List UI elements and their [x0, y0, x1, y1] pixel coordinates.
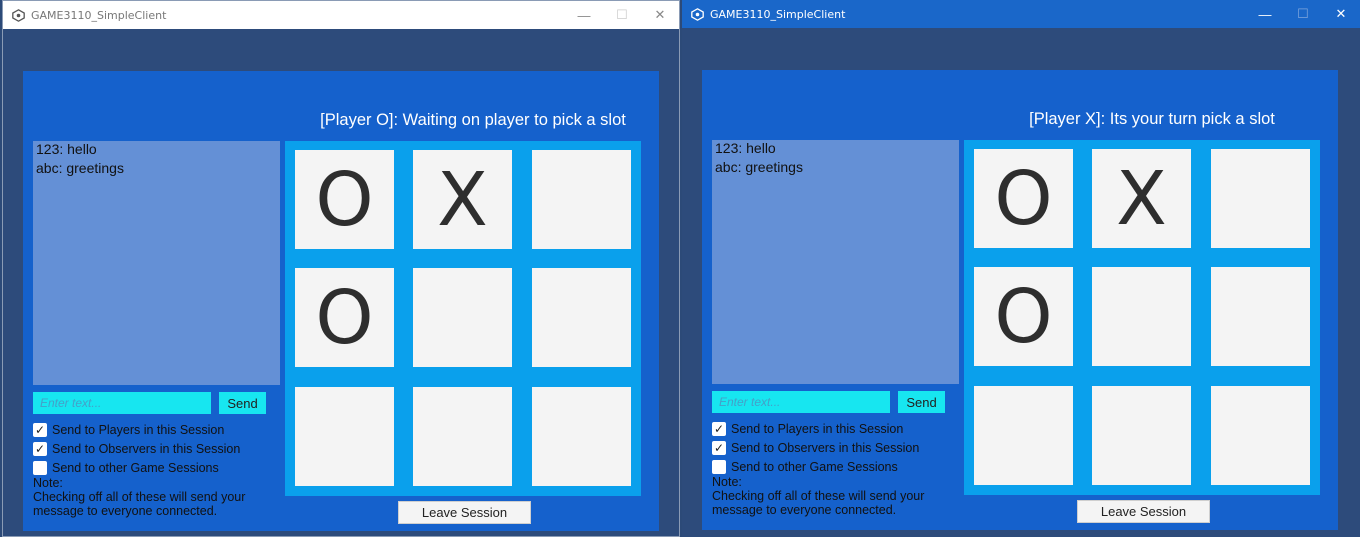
board-slot-3[interactable] — [532, 150, 631, 249]
tic-tac-toe-board: O X O — [964, 140, 1320, 495]
status-text: [Player X]: Its your turn pick a slot — [1029, 110, 1275, 128]
board-slot-4[interactable]: O — [295, 268, 394, 367]
tic-tac-toe-board: O X O — [285, 141, 641, 496]
board-slot-4[interactable]: O — [974, 267, 1073, 366]
checkbox-checked-icon[interactable]: ✓ — [33, 442, 47, 456]
board-slot-2[interactable]: X — [1092, 149, 1191, 248]
send-button[interactable]: Send — [898, 391, 945, 413]
toggle-label: Send to Players in this Session — [52, 423, 225, 437]
send-to-other-sessions-toggle[interactable]: Send to other Game Sessions — [33, 460, 219, 476]
note-text: Note: Checking off all of these will sen… — [712, 475, 952, 517]
client-window-right: GAME3110_SimpleClient — ☐ ✕ [Player X]: … — [682, 0, 1360, 537]
window-title: GAME3110_SimpleClient — [710, 7, 846, 21]
unity-logo-icon — [690, 7, 704, 21]
board-slot-8[interactable] — [1092, 386, 1191, 485]
close-button[interactable]: ✕ — [1322, 0, 1360, 28]
checkbox-unchecked-icon[interactable] — [712, 460, 726, 474]
minimize-button[interactable]: — — [1246, 0, 1284, 28]
checkbox-checked-icon[interactable]: ✓ — [33, 423, 47, 437]
maximize-button[interactable]: ☐ — [1284, 0, 1322, 28]
send-to-other-sessions-toggle[interactable]: Send to other Game Sessions — [712, 459, 898, 475]
board-slot-7[interactable] — [295, 387, 394, 486]
window-title: GAME3110_SimpleClient — [31, 8, 167, 22]
toggle-label: Send to Observers in this Session — [731, 441, 920, 455]
note-heading: Note: — [712, 475, 742, 489]
note-line: message to everyone connected. — [33, 504, 218, 518]
board-slot-5[interactable] — [413, 268, 512, 367]
board-slot-3[interactable] — [1211, 149, 1310, 248]
chat-input[interactable] — [33, 392, 211, 414]
chat-log[interactable]: 123: hello abc: greetings — [712, 140, 959, 384]
maximize-button[interactable]: ☐ — [603, 1, 641, 29]
chat-message: abc: greetings — [36, 160, 124, 176]
game-panel: [Player O]: Waiting on player to pick a … — [23, 71, 659, 531]
send-to-players-toggle[interactable]: ✓ Send to Players in this Session — [712, 421, 903, 437]
note-line: Checking off all of these will send your — [712, 489, 925, 503]
unity-logo-icon — [11, 8, 25, 22]
board-slot-6[interactable] — [532, 268, 631, 367]
checkbox-unchecked-icon[interactable] — [33, 461, 47, 475]
note-text: Note: Checking off all of these will sen… — [33, 476, 273, 518]
note-line: Checking off all of these will send your — [33, 490, 246, 504]
checkbox-checked-icon[interactable]: ✓ — [712, 422, 726, 436]
chat-input[interactable] — [712, 391, 890, 413]
board-slot-9[interactable] — [1211, 386, 1310, 485]
chat-message: 123: hello — [715, 140, 776, 156]
leave-session-button[interactable]: Leave Session — [398, 501, 531, 524]
send-to-observers-toggle[interactable]: ✓ Send to Observers in this Session — [33, 441, 240, 457]
board-slot-5[interactable] — [1092, 267, 1191, 366]
game-panel: [Player X]: Its your turn pick a slot 12… — [702, 70, 1338, 530]
chat-message: 123: hello — [36, 141, 97, 157]
toggle-label: Send to other Game Sessions — [52, 461, 219, 475]
send-to-observers-toggle[interactable]: ✓ Send to Observers in this Session — [712, 440, 919, 456]
board-slot-1[interactable]: O — [295, 150, 394, 249]
toggle-label: Send to Observers in this Session — [52, 442, 241, 456]
board-slot-7[interactable] — [974, 386, 1073, 485]
close-button[interactable]: ✕ — [641, 1, 679, 29]
minimize-button[interactable]: — — [565, 1, 603, 29]
board-slot-9[interactable] — [532, 387, 631, 486]
board-slot-1[interactable]: O — [974, 149, 1073, 248]
title-bar[interactable]: GAME3110_SimpleClient — ☐ ✕ — [682, 0, 1360, 28]
toggle-label: Send to other Game Sessions — [731, 460, 898, 474]
send-button[interactable]: Send — [219, 392, 266, 414]
send-to-players-toggle[interactable]: ✓ Send to Players in this Session — [33, 422, 224, 438]
leave-session-button[interactable]: Leave Session — [1077, 500, 1210, 523]
note-line: message to everyone connected. — [712, 503, 897, 517]
board-slot-6[interactable] — [1211, 267, 1310, 366]
chat-message: abc: greetings — [715, 159, 803, 175]
toggle-label: Send to Players in this Session — [731, 422, 904, 436]
board-slot-2[interactable]: X — [413, 150, 512, 249]
status-text: [Player O]: Waiting on player to pick a … — [320, 111, 626, 129]
note-heading: Note: — [33, 476, 63, 490]
board-slot-8[interactable] — [413, 387, 512, 486]
checkbox-checked-icon[interactable]: ✓ — [712, 441, 726, 455]
title-bar[interactable]: GAME3110_SimpleClient — ☐ ✕ — [3, 1, 679, 29]
client-window-left: GAME3110_SimpleClient — ☐ ✕ [Player O]: … — [2, 0, 680, 537]
chat-log[interactable]: 123: hello abc: greetings — [33, 141, 280, 385]
